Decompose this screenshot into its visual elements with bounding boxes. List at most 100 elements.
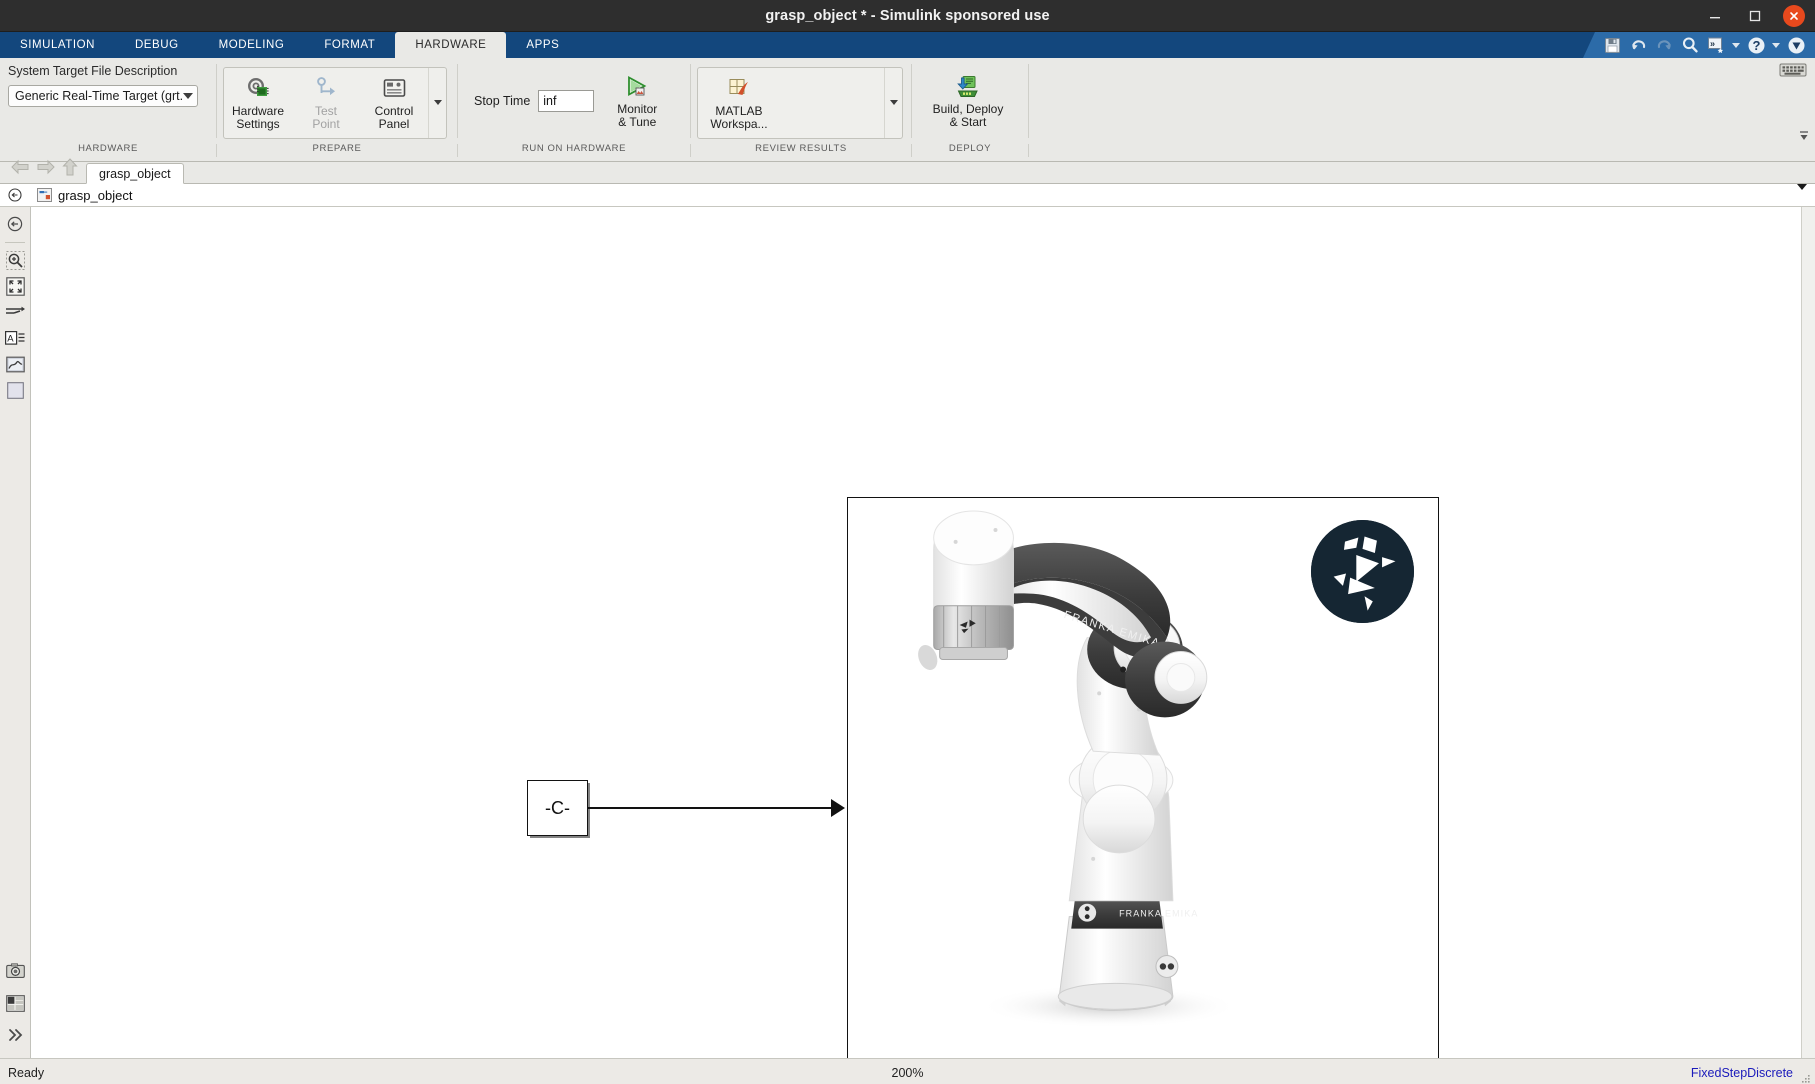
navigate-back-icon[interactable] (10, 159, 30, 180)
ribbon-collapse-button[interactable] (1797, 129, 1811, 143)
window-controls (1695, 0, 1809, 32)
constant-block[interactable]: -C- (527, 780, 588, 836)
monitor-and-tune-icon (624, 74, 650, 100)
help-icon[interactable]: ? (1743, 32, 1769, 58)
monitor-and-tune-label: Monitor & Tune (617, 103, 657, 129)
system-target-file-control: System Target File Description Generic R… (0, 58, 200, 107)
breadcrumb-back-icon[interactable] (7, 187, 23, 203)
zoom-in-icon[interactable] (4, 249, 26, 271)
layout-panel-icon[interactable] (5, 992, 27, 1014)
signal-routing-icon[interactable] (4, 301, 26, 323)
chevron-down-icon (183, 93, 193, 99)
undo-icon[interactable] (1625, 32, 1651, 58)
system-target-file-label: System Target File Description (8, 64, 190, 78)
status-text: Ready (8, 1066, 44, 1080)
notification-icon[interactable] (1783, 32, 1809, 58)
ribbon-group-hardware: System Target File Description Generic R… (0, 58, 216, 144)
chevron-down-icon (434, 100, 442, 105)
test-point-icon (313, 76, 339, 102)
tab-apps[interactable]: APPS (506, 32, 579, 58)
expand-chevron-icon[interactable] (5, 1024, 27, 1046)
section-label-hardware: HARDWARE (0, 143, 216, 154)
quick-access-dropdown-icon[interactable] (1729, 32, 1743, 58)
franka-emika-logo (1311, 520, 1414, 623)
camera-icon[interactable] (5, 960, 27, 982)
zoom-level-text[interactable]: 200% (892, 1066, 924, 1080)
stop-time-control: Stop Time (464, 90, 604, 112)
navigate-up-icon[interactable] (62, 158, 78, 181)
search-icon[interactable] (1677, 32, 1703, 58)
system-target-file-dropdown[interactable]: Generic Real-Time Target (grt.tlc) (8, 85, 198, 107)
hardware-settings-button[interactable]: Hardware Settings (224, 72, 292, 134)
canvas-sidebar-toolbar: A (0, 207, 31, 1058)
quick-access-toolbar: » ? (1583, 32, 1815, 58)
annotation-icon[interactable]: A (4, 327, 26, 349)
help-dropdown-icon[interactable] (1769, 32, 1783, 58)
hardware-settings-icon (245, 76, 271, 102)
resize-grip-icon[interactable] (1800, 1073, 1812, 1084)
model-navigation-bar: grasp_object (0, 162, 1815, 184)
breadcrumb-dropdown-icon[interactable] (1797, 190, 1807, 208)
solver-link[interactable]: FixedStepDiscrete (1691, 1066, 1793, 1080)
model-canvas[interactable]: -C- q_d (31, 207, 1801, 1058)
test-point-button: Test Point (292, 72, 360, 134)
canvas-vertical-scrollbar[interactable] (1801, 207, 1815, 1058)
blank-block-icon[interactable] (4, 379, 26, 401)
breadcrumb-bar: grasp_object (0, 184, 1815, 207)
matlab-workspace-icon (726, 76, 752, 102)
prepare-overflow-button[interactable] (428, 68, 446, 138)
simulink-model-icon (37, 188, 53, 202)
test-point-label: Test Point (312, 105, 339, 131)
model-tab-grasp-object[interactable]: grasp_object (86, 163, 184, 184)
breadcrumb-label[interactable]: grasp_object (58, 188, 132, 203)
navigate-forward-icon[interactable] (36, 159, 56, 180)
section-label-deploy: DEPLOY (912, 143, 1028, 154)
tab-simulation[interactable]: SIMULATION (0, 32, 115, 58)
control-panel-label: Control Panel (375, 105, 414, 131)
navigate-back-icon[interactable] (4, 213, 26, 235)
ribbon-tabstrip: SIMULATION DEBUG MODELING FORMAT HARDWAR… (0, 32, 1815, 58)
tab-modeling[interactable]: MODELING (199, 32, 305, 58)
ribbon-group-prepare: Hardware Settings Test Point (217, 58, 457, 144)
signal-line[interactable] (588, 807, 835, 809)
signal-arrowhead-icon (831, 799, 845, 817)
svg-text:?: ? (1752, 38, 1760, 53)
control-panel-button[interactable]: Control Panel (360, 72, 428, 134)
save-icon[interactable] (1599, 32, 1625, 58)
keyboard-shortcut-icon[interactable] (1779, 62, 1807, 78)
review-results-box: MATLAB Workspa... (697, 67, 903, 139)
close-button[interactable] (1783, 5, 1805, 27)
status-bar: Ready 200% FixedStepDiscrete (0, 1058, 1815, 1084)
sidebar-divider (5, 242, 25, 243)
prepare-button-box: Hardware Settings Test Point (223, 67, 447, 139)
scope-icon[interactable] (4, 353, 26, 375)
section-label-prepare: PREPARE (217, 143, 457, 154)
ribbon-section-labels: HARDWARE PREPARE RUN ON HARDWARE REVIEW … (0, 144, 1815, 162)
ribbon-group-deploy: Build, Deploy & Start (912, 58, 1028, 144)
build-deploy-start-button[interactable]: Build, Deploy & Start (918, 70, 1018, 132)
stop-time-input[interactable] (538, 90, 594, 112)
fit-to-view-icon[interactable] (4, 275, 26, 297)
subsystem-block-apply-robot-control[interactable]: FRANKA EMIKA (847, 497, 1439, 1058)
tab-debug[interactable]: DEBUG (115, 32, 199, 58)
maximize-button[interactable] (1735, 0, 1775, 32)
tab-hardware[interactable]: HARDWARE (395, 32, 506, 58)
minimize-button[interactable] (1695, 0, 1735, 32)
quick-access-icon[interactable]: » (1703, 32, 1729, 58)
sidebar-bottom-group (0, 960, 31, 1050)
review-results-overflow-button[interactable] (884, 68, 902, 138)
svg-text:»: » (1710, 38, 1715, 48)
monitor-and-tune-button[interactable]: Monitor & Tune (604, 70, 670, 132)
tab-format[interactable]: FORMAT (304, 32, 395, 58)
control-panel-icon (381, 76, 407, 102)
build-deploy-start-icon (955, 74, 981, 100)
stop-time-label: Stop Time (474, 94, 530, 108)
matlab-workspace-button[interactable]: MATLAB Workspa... (698, 72, 780, 134)
ribbon-filler (1029, 58, 1815, 144)
system-target-file-value: Generic Real-Time Target (grt.tlc) (15, 89, 183, 103)
ribbon-toolbar: System Target File Description Generic R… (0, 58, 1815, 144)
matlab-workspace-label: MATLAB Workspa... (710, 105, 767, 131)
section-label-run-on-hardware: RUN ON HARDWARE (458, 143, 690, 154)
ribbon-group-review-results: MATLAB Workspa... (691, 58, 911, 144)
window-title: grasp_object * - Simulink sponsored use (0, 8, 1815, 24)
